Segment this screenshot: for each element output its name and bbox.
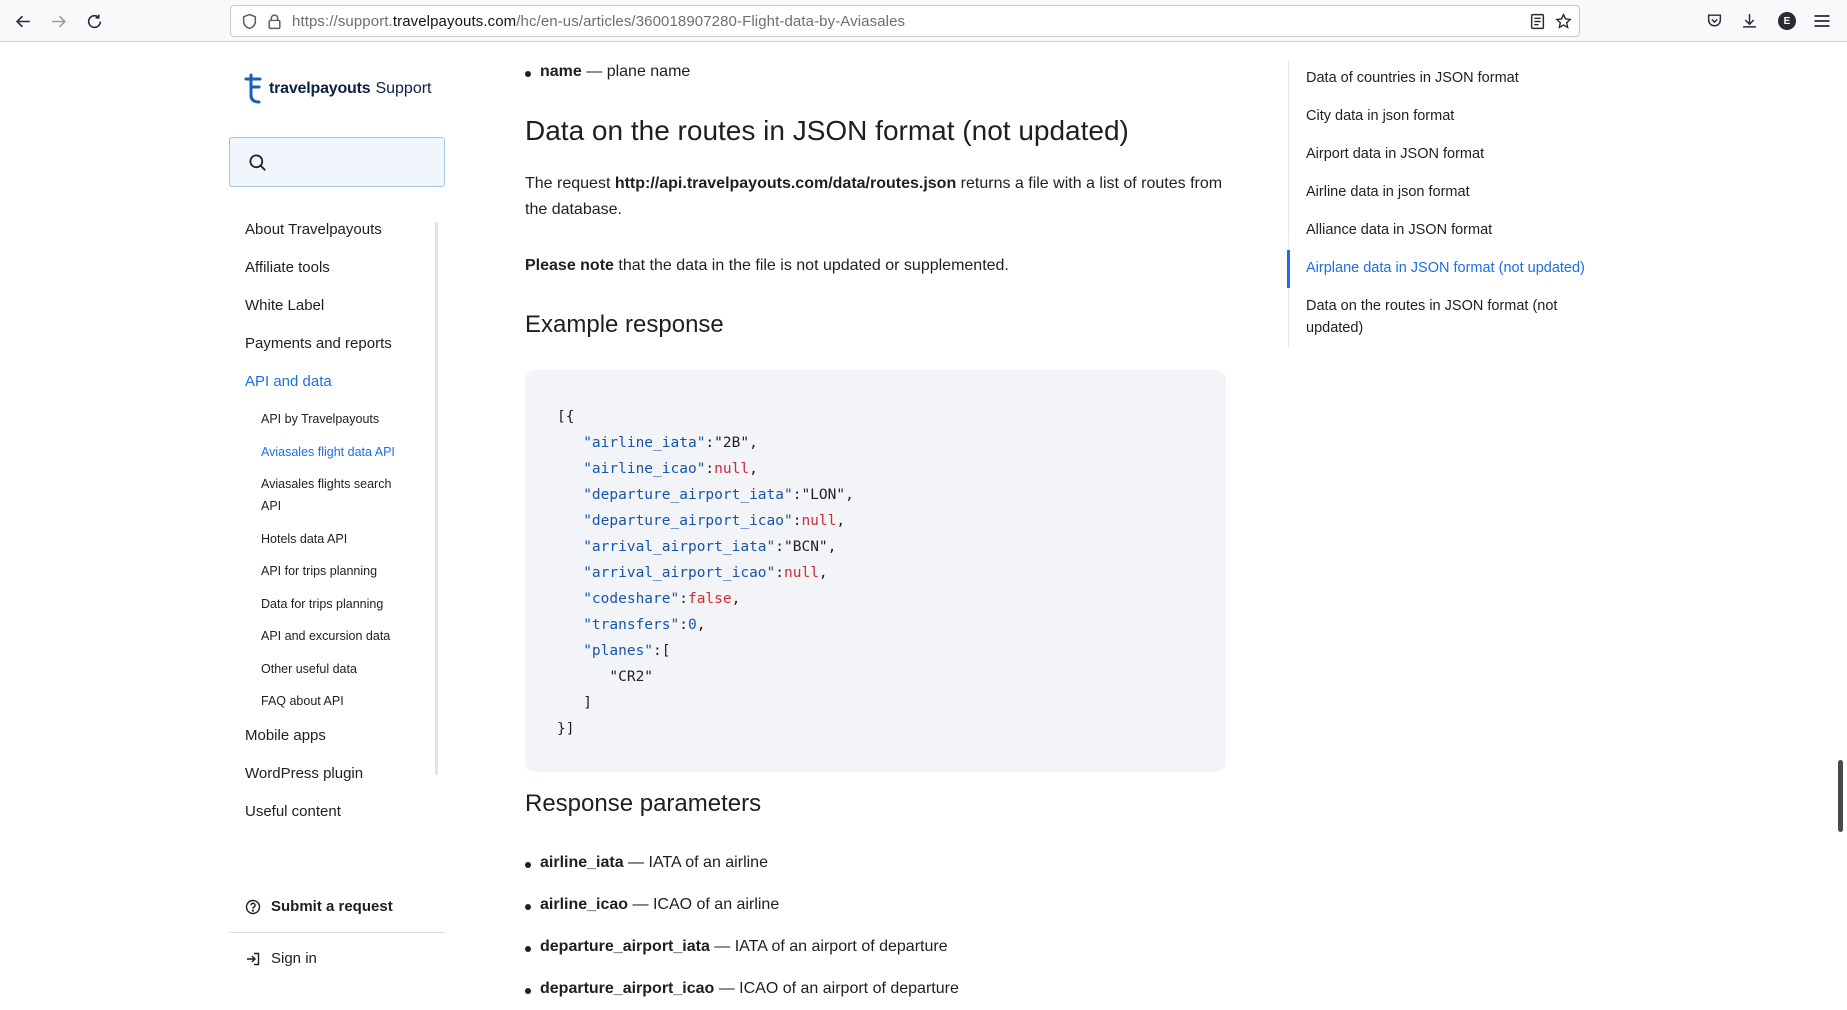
sidebar-subitem-faq-about-api[interactable]: FAQ about API — [229, 690, 439, 726]
toc-item-airlines[interactable]: Airline data in json format — [1289, 174, 1588, 212]
sidebar-subitem-api-trips-planning[interactable]: API for trips planning — [229, 560, 439, 593]
list-item: departure_airport_icao — ICAO of an airp… — [525, 980, 959, 997]
sidebar-nav: About Travelpayouts Affiliate tools Whit… — [229, 220, 449, 840]
sidebar-item-affiliate-tools[interactable]: Affiliate tools — [229, 258, 449, 296]
account-avatar[interactable]: E — [1778, 12, 1796, 30]
search-box[interactable] — [229, 137, 445, 187]
sidebar-item-useful-content[interactable]: Useful content — [229, 802, 449, 840]
url-text[interactable]: https://support.travelpayouts.com/hc/en-… — [292, 13, 905, 30]
site-logo[interactable]: travelpayouts Support — [242, 73, 432, 105]
toc-item-alliances[interactable]: Alliance data in JSON format — [1289, 212, 1588, 250]
toc-item-cities[interactable]: City data in json format — [1289, 98, 1588, 136]
paragraph-request: The request http://api.travelpayouts.com… — [525, 175, 1223, 218]
table-of-contents: Data of countries in JSON format City da… — [1287, 60, 1588, 348]
sidebar-subitem-flights-search-api[interactable]: Aviasales flights search API — [229, 473, 439, 528]
hamburger-menu-icon[interactable] — [1812, 11, 1832, 31]
divider — [229, 932, 445, 933]
sidebar-item-wordpress-plugin[interactable]: WordPress plugin — [229, 764, 449, 802]
avatar-initial: E — [1783, 15, 1791, 27]
sidebar-subitem-hotels-data-api[interactable]: Hotels data API — [229, 528, 439, 560]
sidebar-scrollbar[interactable] — [435, 222, 438, 775]
submit-request-label: Submit a request — [271, 898, 393, 915]
code-block: [{ "airline_iata":"2B", "airline_icao":n… — [525, 370, 1226, 772]
address-bar[interactable]: https://support.travelpayouts.com/hc/en-… — [230, 5, 1580, 37]
response-parameters-heading: Response parameters — [525, 790, 762, 817]
downloads-button[interactable] — [1740, 11, 1759, 30]
shield-icon[interactable] — [241, 13, 258, 30]
sidebar-subitem-data-trips-planning[interactable]: Data for trips planning — [229, 593, 439, 625]
sidebar-subitem-other-useful-data[interactable]: Other useful data — [229, 658, 439, 690]
sidebar-subitem-api-by-travelpayouts[interactable]: API by Travelpayouts — [229, 408, 439, 441]
sign-in-icon — [247, 952, 260, 965]
json-code: [{ "airline_iata":"2B", "airline_icao":n… — [557, 409, 854, 737]
browser-toolbar: https://support.travelpayouts.com/hc/en-… — [0, 0, 1847, 42]
list-item: departure_airport_iata — IATA of an airp… — [525, 938, 948, 955]
sidebar-item-api-and-data[interactable]: API and data — [229, 372, 449, 408]
toc-item-countries[interactable]: Data of countries in JSON format — [1289, 60, 1588, 98]
section-heading: Data on the routes in JSON format (not u… — [525, 115, 1129, 146]
sidebar-item-mobile-apps[interactable]: Mobile apps — [229, 726, 449, 764]
back-button[interactable] — [10, 9, 36, 33]
example-response-heading: Example response — [525, 311, 724, 338]
page-scrollbar-thumb[interactable] — [1838, 760, 1843, 832]
sidebar-item-payments[interactable]: Payments and reports — [229, 334, 449, 372]
reload-icon — [87, 14, 101, 28]
search-icon — [249, 154, 266, 171]
toc-item-airplanes[interactable]: Airplane data in JSON format (not update… — [1287, 250, 1588, 288]
star-icon[interactable] — [1555, 13, 1572, 30]
download-icon — [1743, 14, 1756, 28]
pocket-icon — [1707, 14, 1722, 27]
arrow-left-icon — [15, 15, 30, 27]
sidebar-subitem-api-excursion-data[interactable]: API and excursion data — [229, 625, 439, 658]
pocket-button[interactable] — [1705, 11, 1724, 30]
toc-item-routes[interactable]: Data on the routes in JSON format (not u… — [1289, 288, 1588, 348]
reload-button[interactable] — [81, 9, 107, 33]
routes-url: http://api.travelpayouts.com/data/routes… — [614, 175, 957, 192]
list-item: airline_icao — ICAO of an airline — [524, 896, 780, 913]
logo-brand: travelpayouts — [269, 80, 371, 97]
submit-request-link[interactable]: Submit a request — [245, 898, 393, 915]
reader-view-icon[interactable] — [1529, 13, 1546, 30]
arrow-right-icon — [51, 15, 66, 27]
logo-suffix: Support — [375, 80, 432, 97]
sign-in-label: Sign in — [271, 950, 317, 967]
sidebar-item-about[interactable]: About Travelpayouts — [229, 220, 449, 258]
sidebar-item-white-label[interactable]: White Label — [229, 296, 449, 334]
lock-icon[interactable] — [266, 13, 283, 30]
forward-button[interactable] — [45, 9, 71, 33]
search-input[interactable] — [274, 150, 434, 176]
sign-in-link[interactable]: Sign in — [245, 950, 317, 967]
sidebar-subitem-aviasales-flight-data-api[interactable]: Aviasales flight data API — [229, 441, 439, 473]
paragraph-note: Please note that the data in the file is… — [525, 257, 1009, 274]
list-item: name — plane name — [524, 63, 691, 80]
help-circle-icon — [245, 899, 261, 914]
list-item: airline_iata — IATA of an airline — [525, 854, 768, 871]
travelpayouts-logo-icon — [244, 73, 262, 104]
toc-item-airports[interactable]: Airport data in JSON format — [1289, 136, 1588, 174]
